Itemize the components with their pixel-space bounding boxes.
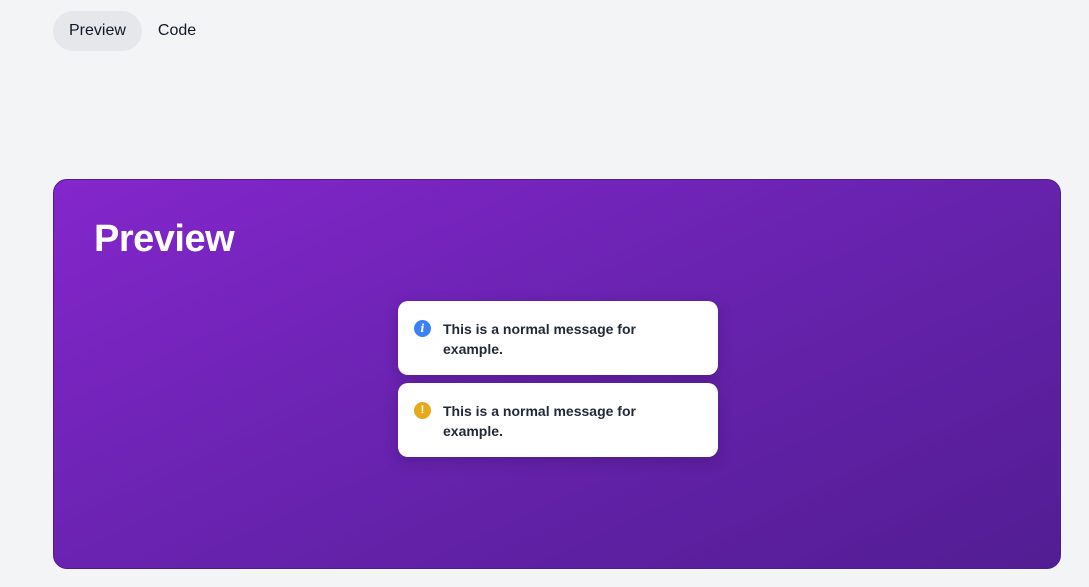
toast-warning: ! This is a normal message for example. bbox=[398, 383, 718, 457]
preview-title: Preview bbox=[94, 218, 235, 260]
preview-panel: Preview i This is a normal message for e… bbox=[53, 179, 1061, 569]
toast-message: This is a normal message for example. bbox=[443, 403, 636, 439]
info-icon: i bbox=[414, 320, 431, 337]
tab-preview[interactable]: Preview bbox=[53, 11, 142, 51]
view-tabs: Preview Code bbox=[53, 11, 212, 51]
toast-info: i This is a normal message for example. bbox=[398, 301, 718, 375]
tab-code[interactable]: Code bbox=[142, 11, 212, 51]
warning-icon: ! bbox=[414, 402, 431, 419]
toast-message: This is a normal message for example. bbox=[443, 321, 636, 357]
